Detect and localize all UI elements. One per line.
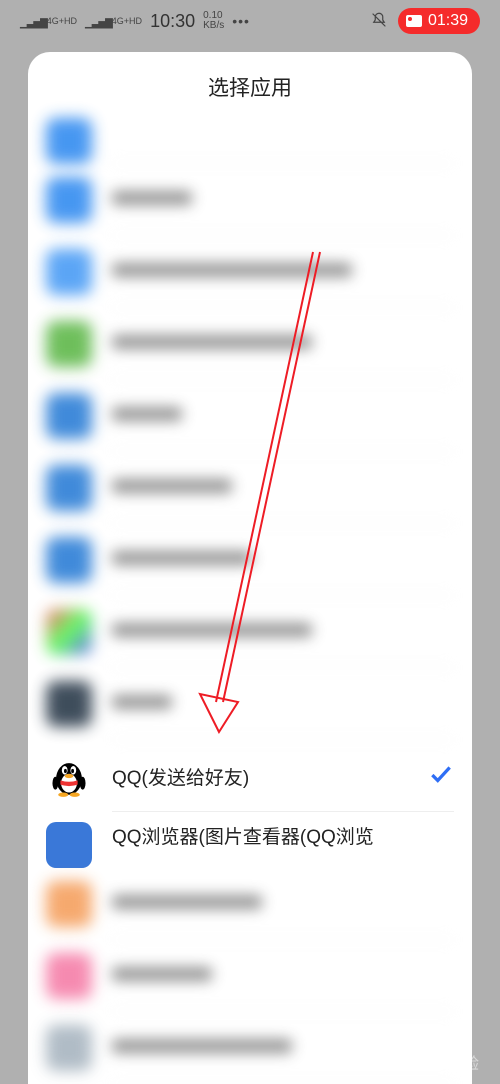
status-left: ▁▃▅▇4G+HD ▁▃▅▇4G+HD 10:30 0.10KB/s ••• — [20, 11, 250, 32]
signal-1: ▁▃▅▇4G+HD — [20, 14, 77, 29]
app-label — [112, 191, 192, 205]
record-time: 01:39 — [428, 12, 468, 30]
network-speed: 0.10KB/s — [203, 11, 224, 31]
app-icon — [46, 118, 92, 164]
app-label — [112, 551, 252, 565]
app-label — [112, 895, 262, 909]
qq-browser-icon — [46, 822, 92, 868]
record-icon — [406, 15, 422, 27]
screen-record-badge[interactable]: 01:39 — [398, 8, 480, 34]
list-item[interactable] — [28, 940, 472, 1012]
app-list[interactable]: QQ(发送给好友) QQ浏览器(图片查看器(QQ浏览 — [28, 118, 472, 1084]
list-item[interactable] — [28, 236, 472, 308]
signal-2: ▁▃▅▇4G+HD — [85, 14, 142, 29]
app-label: QQ(发送给好友) — [112, 768, 249, 789]
app-label — [112, 623, 312, 637]
list-item[interactable] — [28, 668, 472, 740]
list-item[interactable] — [28, 164, 472, 236]
notification-muted-icon — [370, 11, 388, 32]
app-icon — [46, 953, 92, 999]
watermark: Baidu经验 — [400, 1050, 480, 1074]
app-icon — [46, 1025, 92, 1071]
list-item[interactable] — [28, 596, 472, 668]
list-item[interactable] — [28, 308, 472, 380]
app-label: QQ浏览器(图片查看器(QQ浏览 — [112, 827, 374, 848]
sheet-title: 选择应用 — [28, 52, 472, 118]
app-icon — [46, 465, 92, 511]
app-label — [112, 479, 232, 493]
app-icon — [46, 881, 92, 927]
list-item[interactable] — [28, 118, 472, 164]
list-item-qq-send-friend[interactable]: QQ(发送给好友) — [28, 740, 472, 812]
app-icon — [46, 177, 92, 223]
app-label — [112, 1039, 292, 1053]
app-label — [112, 263, 352, 277]
app-icon — [46, 249, 92, 295]
app-label — [112, 967, 212, 981]
checkmark-icon — [428, 761, 454, 792]
status-clock: 10:30 — [150, 11, 195, 32]
app-label — [112, 407, 182, 421]
app-label — [112, 335, 312, 349]
app-icon — [46, 609, 92, 655]
status-right: 01:39 — [370, 8, 480, 34]
app-label — [112, 695, 172, 709]
app-icon — [46, 681, 92, 727]
list-item[interactable] — [28, 868, 472, 940]
app-icon — [46, 537, 92, 583]
app-picker-sheet: 选择应用 — [28, 52, 472, 1084]
status-bar: ▁▃▅▇4G+HD ▁▃▅▇4G+HD 10:30 0.10KB/s ••• 0… — [0, 0, 500, 42]
list-item-qq-browser[interactable]: QQ浏览器(图片查看器(QQ浏览 — [28, 812, 472, 868]
list-item[interactable] — [28, 524, 472, 596]
more-icon: ••• — [232, 13, 250, 29]
qq-penguin-icon — [46, 753, 92, 799]
app-icon — [46, 393, 92, 439]
app-icon — [46, 321, 92, 367]
list-item[interactable] — [28, 452, 472, 524]
list-item[interactable] — [28, 380, 472, 452]
